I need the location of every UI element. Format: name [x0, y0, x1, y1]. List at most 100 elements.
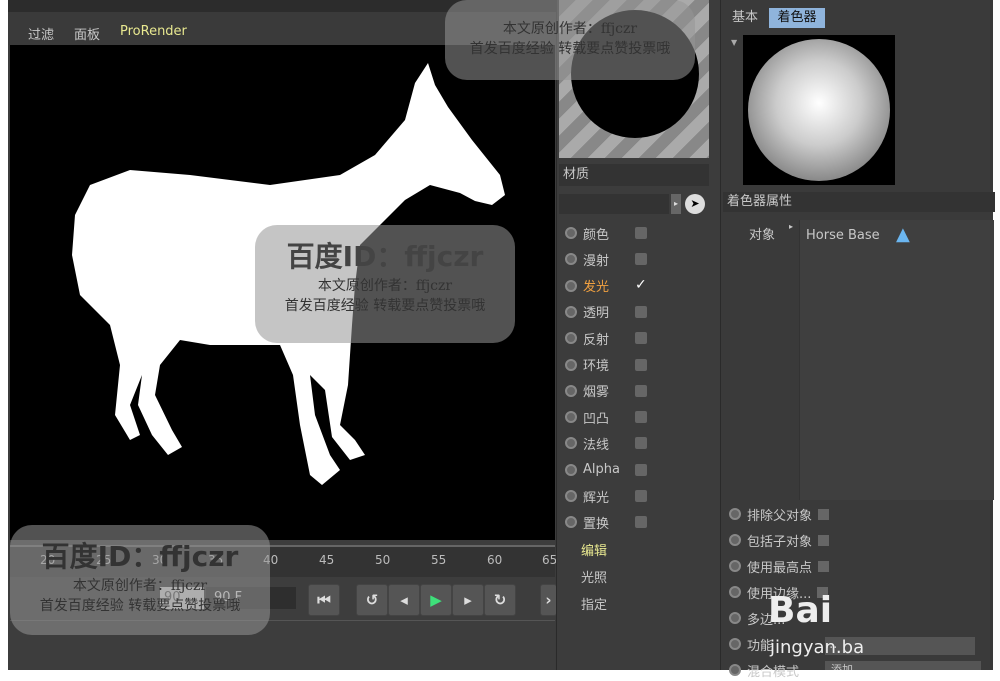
radio-icon[interactable]	[565, 227, 577, 239]
tab-basic[interactable]: 基本	[725, 8, 765, 28]
expand-arrow-icon[interactable]: ▸	[789, 222, 793, 231]
option-6[interactable]: 混合模式	[729, 659, 799, 681]
polygon-object-icon: ▲	[896, 224, 910, 245]
collapse-arrow-icon[interactable]: ▼	[731, 38, 737, 47]
radio-icon[interactable]	[565, 490, 577, 502]
channel-label: 凹凸	[583, 411, 610, 427]
attributes-panel: 基本 着色器 ▼ 着色器属性 对象 ▸ Horse Base ▲ 排除父对象 包括…	[720, 0, 995, 680]
checkbox[interactable]	[635, 227, 647, 239]
tick: 50	[375, 553, 391, 567]
option-5[interactable]: 功能	[729, 633, 773, 655]
cursor-pick-icon[interactable]: ➤	[685, 194, 705, 214]
channel-label: 置换	[583, 516, 610, 532]
channel-6[interactable]: 烟雾	[565, 380, 647, 402]
material-label: 材质	[559, 164, 709, 186]
next-frame-button[interactable]: ▸	[452, 584, 484, 616]
radio-icon[interactable]	[565, 437, 577, 450]
object-label: 对象	[749, 228, 776, 243]
channel-label: 烟雾	[583, 385, 610, 401]
channel-3[interactable]: 透明	[565, 301, 647, 323]
section-illumination[interactable]: 光照	[581, 567, 607, 586]
tick: 60	[487, 553, 503, 567]
tab-shader[interactable]: 着色器	[769, 8, 825, 28]
channel-10[interactable]: 辉光	[565, 485, 647, 507]
channel-label: 反射	[583, 332, 610, 348]
checkbox[interactable]	[635, 437, 647, 450]
option-label: 排除父对象	[747, 508, 813, 524]
radio-icon[interactable]	[565, 279, 577, 292]
radio-icon[interactable]	[729, 638, 741, 650]
channel-1[interactable]: 漫射	[565, 248, 647, 270]
channel-label: 漫射	[583, 253, 610, 269]
radio-icon[interactable]	[729, 508, 741, 520]
go-to-start-button[interactable]: ⏮	[308, 584, 340, 616]
section-assign[interactable]: 指定	[581, 594, 607, 613]
checkmark-icon[interactable]: ✓	[635, 277, 647, 293]
go-to-end-button[interactable]: ›	[540, 584, 557, 616]
channel-7[interactable]: 凹凸	[565, 406, 647, 428]
prev-key-button[interactable]: ↺	[356, 584, 388, 616]
checkbox[interactable]	[635, 490, 647, 502]
option-1[interactable]: 包括子对象	[729, 529, 830, 551]
checkbox[interactable]	[635, 411, 647, 424]
checkbox[interactable]	[818, 534, 830, 546]
tick: 45	[319, 553, 335, 567]
radio-icon[interactable]	[565, 384, 577, 397]
radio-icon[interactable]	[729, 664, 741, 676]
checkbox[interactable]	[635, 305, 647, 318]
radio-icon[interactable]	[565, 332, 577, 345]
radio-icon[interactable]	[565, 463, 577, 476]
radio-icon[interactable]	[565, 253, 577, 266]
radio-icon[interactable]	[565, 358, 577, 371]
option-label: 包括子对象	[747, 534, 813, 550]
checkbox[interactable]	[635, 463, 647, 476]
radio-icon[interactable]	[729, 586, 741, 598]
radio-icon[interactable]	[729, 612, 741, 624]
channel-label: 环境	[583, 359, 610, 374]
radio-icon[interactable]	[565, 305, 577, 318]
object-list[interactable]: Horse Base ▲	[799, 220, 994, 500]
checkbox[interactable]	[635, 516, 647, 529]
checkbox[interactable]	[635, 253, 647, 266]
channel-label: 透明	[583, 306, 610, 322]
checkbox[interactable]	[635, 384, 647, 397]
blend-mode-dropdown[interactable]: 添加	[825, 661, 981, 670]
arrow-icon[interactable]: ▸	[671, 194, 681, 214]
channel-label: 法线	[583, 437, 610, 453]
radio-icon[interactable]	[565, 411, 577, 424]
radio-icon[interactable]	[565, 516, 577, 529]
watermark: 百度ID：ffjczr 本文原创作者：ffjczr 首发百度经验 转载要点赞投票…	[10, 525, 270, 635]
option-label: 混合模式	[747, 664, 800, 680]
option-2[interactable]: 使用最高点	[729, 555, 830, 577]
channel-5[interactable]: 环境	[565, 354, 647, 376]
checkbox[interactable]	[635, 358, 647, 371]
channel-2[interactable]: 发光 ✓	[565, 275, 647, 297]
channel-11[interactable]: 置换	[565, 511, 647, 533]
checkbox[interactable]	[818, 508, 830, 520]
tick: 65	[542, 553, 558, 567]
prev-frame-button[interactable]: ◂	[388, 584, 420, 616]
next-key-button[interactable]: ↻	[484, 584, 516, 616]
shader-preview	[743, 35, 895, 185]
checkbox[interactable]	[818, 560, 830, 572]
menu-filter[interactable]: 过滤	[28, 24, 54, 43]
radio-icon[interactable]	[729, 560, 741, 572]
channel-8[interactable]: 法线	[565, 432, 647, 454]
radio-icon[interactable]	[729, 534, 741, 546]
baidu-logo: Bai	[768, 590, 833, 631]
object-item[interactable]: Horse Base	[806, 228, 880, 243]
channel-0[interactable]: 颜色	[565, 222, 647, 244]
option-label: 使用最高点	[747, 560, 813, 576]
material-link-field[interactable]	[559, 194, 669, 214]
channel-9[interactable]: Alpha	[565, 459, 647, 481]
channel-label: Alpha	[583, 462, 620, 478]
play-button[interactable]: ▶	[420, 584, 452, 616]
channel-4[interactable]: 反射	[565, 327, 647, 349]
checkbox[interactable]	[635, 332, 647, 345]
watermark: 百度ID：ffjczr 本文原创作者：ffjczr 首发百度经验 转载要点赞投票…	[255, 225, 515, 343]
menu-panel[interactable]: 面板	[74, 24, 100, 43]
watermark: 本文原创作者：ffjczr 首发百度经验 转载要点赞投票哦	[445, 0, 695, 80]
menu-prorender[interactable]: ProRender	[120, 24, 187, 39]
section-edit[interactable]: 编辑	[581, 540, 607, 559]
option-0[interactable]: 排除父对象	[729, 503, 830, 525]
